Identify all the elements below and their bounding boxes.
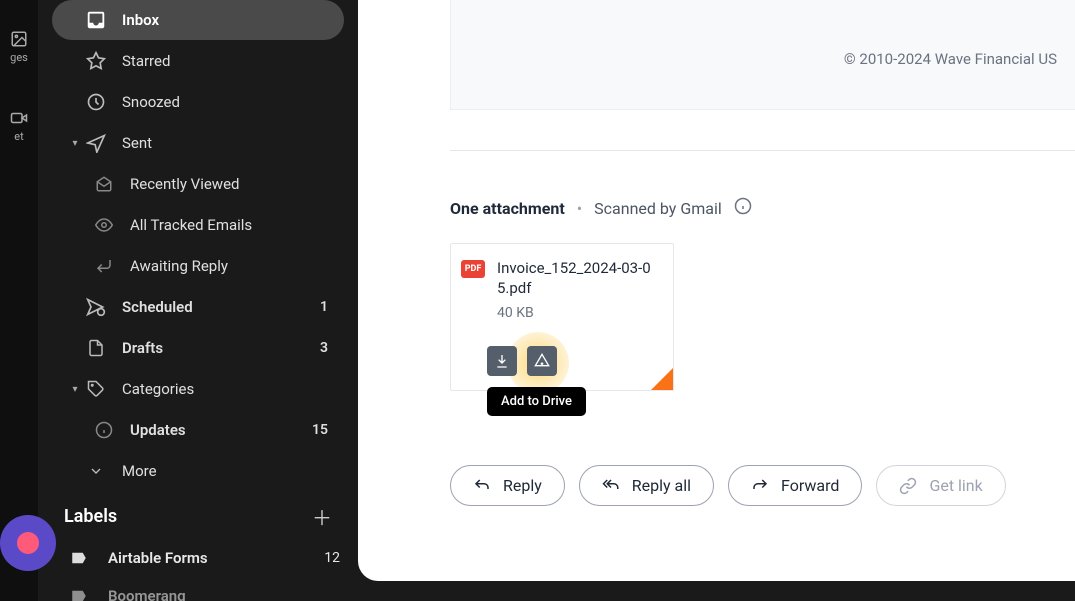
- label-item-airtable[interactable]: Airtable Forms 12: [38, 539, 358, 577]
- info-icon[interactable]: [734, 197, 752, 219]
- reply-button[interactable]: Reply: [450, 465, 565, 506]
- get-link-button[interactable]: Get link: [876, 465, 1005, 506]
- label-text: Boomerang: [108, 587, 340, 601]
- record-indicator-icon: [17, 532, 39, 554]
- sidebar-item-recently-viewed[interactable]: Recently Viewed: [76, 164, 344, 204]
- sidebar-label: Snoozed: [122, 93, 328, 111]
- image-icon: [10, 30, 28, 48]
- sidebar-label: Drafts: [122, 339, 320, 357]
- reply-all-button[interactable]: Reply all: [579, 465, 714, 506]
- forward-button[interactable]: Forward: [728, 465, 862, 506]
- clock-icon: [84, 90, 108, 114]
- inbox-icon: [84, 8, 108, 32]
- rail-label: ges: [10, 51, 28, 64]
- sidebar-item-awaiting-reply[interactable]: Awaiting Reply: [76, 246, 344, 286]
- sidebar-label: Inbox: [122, 11, 328, 29]
- tooltip: Add to Drive: [487, 387, 586, 416]
- corner-fold-icon: [651, 368, 673, 390]
- sidebar-item-scheduled[interactable]: Scheduled 1: [52, 287, 344, 327]
- sidebar-label: Sent: [122, 134, 328, 152]
- forward-icon: [751, 477, 769, 495]
- sidebar-count: 3: [320, 340, 328, 356]
- button-label: Forward: [781, 476, 839, 495]
- sidebar-label: Updates: [130, 421, 312, 439]
- compose-fab[interactable]: [0, 515, 56, 571]
- mail-open-icon: [92, 172, 116, 196]
- rail-label: et: [10, 130, 28, 143]
- scanned-label: Scanned by Gmail: [594, 199, 722, 218]
- sidebar-label: Categories: [122, 380, 328, 398]
- label-count: 12: [324, 550, 340, 566]
- label-item-boomerang[interactable]: Boomerang: [38, 577, 358, 601]
- send-icon: [84, 131, 108, 155]
- star-icon: [84, 49, 108, 73]
- sidebar-label: Scheduled: [122, 298, 320, 316]
- main-content: © 2010-2024 Wave Financial US One attach…: [358, 0, 1075, 581]
- sidebar-item-starred[interactable]: Starred: [52, 41, 344, 81]
- sidebar-label: Recently Viewed: [130, 175, 328, 193]
- download-icon: [494, 353, 510, 369]
- download-attachment-button[interactable]: [487, 346, 517, 376]
- sidebar-item-categories[interactable]: ▾ Categories: [52, 369, 344, 409]
- button-label: Get link: [929, 476, 982, 495]
- video-icon: [10, 109, 28, 127]
- sidebar-label: More: [122, 462, 328, 480]
- reply-actions: Reply Reply all Forward Get link: [450, 465, 1075, 506]
- chevron-down-icon: [84, 459, 108, 483]
- pdf-badge-icon: PDF: [461, 260, 485, 278]
- file-icon: [84, 336, 108, 360]
- button-label: Reply all: [632, 476, 691, 495]
- label-icon: [68, 547, 90, 569]
- sidebar-item-snoozed[interactable]: Snoozed: [52, 82, 344, 122]
- app-rail: ges et: [0, 0, 38, 601]
- labels-header: Labels ＋: [38, 492, 358, 539]
- tag-icon: [84, 377, 108, 401]
- label-icon: [68, 585, 90, 601]
- sidebar-label: All Tracked Emails: [130, 216, 328, 234]
- schedule-send-icon: [84, 295, 108, 319]
- rail-item-meet[interactable]: et: [10, 109, 28, 143]
- labels-title: Labels: [64, 506, 117, 527]
- email-body-footer: © 2010-2024 Wave Financial US: [450, 0, 1075, 110]
- add-label-button[interactable]: ＋: [312, 502, 332, 531]
- info-icon: [92, 418, 116, 442]
- reply-icon: [92, 254, 116, 278]
- drive-icon: [534, 353, 550, 369]
- add-to-drive-button[interactable]: [527, 346, 557, 376]
- sidebar-label: Starred: [122, 52, 328, 70]
- chevron-down-icon[interactable]: ▾: [68, 138, 82, 149]
- sidebar-item-updates[interactable]: Updates 15: [76, 410, 344, 450]
- sidebar-label: Awaiting Reply: [130, 257, 328, 275]
- sidebar-item-sent[interactable]: ▾ Sent: [52, 123, 344, 163]
- separator-dot: •: [577, 199, 582, 218]
- sidebar-item-inbox[interactable]: Inbox: [52, 0, 344, 40]
- eye-icon: [92, 213, 116, 237]
- button-label: Reply: [503, 476, 542, 495]
- sidebar-item-more[interactable]: More: [52, 451, 344, 491]
- sidebar: Inbox Starred Snoozed ▾ Sent Recently Vi…: [38, 0, 358, 601]
- attachment-count-label: One attachment: [450, 199, 565, 218]
- chevron-down-icon[interactable]: ▾: [68, 384, 82, 395]
- divider: [450, 150, 1075, 151]
- sidebar-count: 15: [312, 422, 328, 438]
- sidebar-count: 1: [320, 299, 328, 315]
- link-icon: [899, 477, 917, 495]
- reply-icon: [473, 477, 491, 495]
- sidebar-item-all-tracked[interactable]: All Tracked Emails: [76, 205, 344, 245]
- reply-all-icon: [602, 477, 620, 495]
- rail-item-images[interactable]: ges: [10, 30, 28, 64]
- attachment-header: One attachment • Scanned by Gmail: [450, 197, 1075, 219]
- sidebar-item-drafts[interactable]: Drafts 3: [52, 328, 344, 368]
- attachment-filesize: 40 KB: [497, 305, 659, 321]
- email-footer-text: © 2010-2024 Wave Financial US: [844, 50, 1057, 68]
- attachment-card[interactable]: PDF Invoice_152_2024-03-05.pdf 40 KB Add…: [450, 243, 674, 391]
- attachment-filename: Invoice_152_2024-03-05.pdf: [497, 258, 659, 299]
- label-text: Airtable Forms: [108, 549, 324, 567]
